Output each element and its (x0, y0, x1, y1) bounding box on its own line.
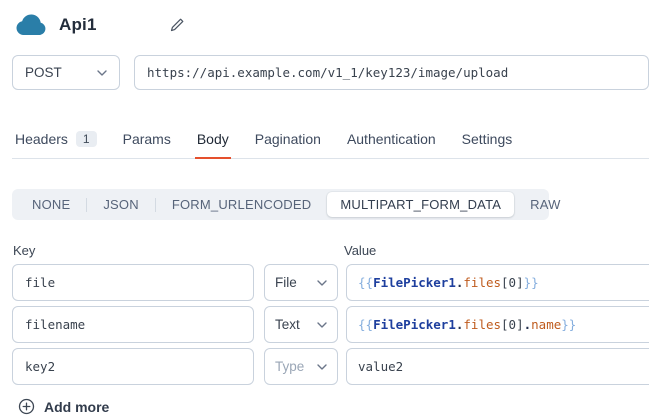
tab-label: Pagination (255, 131, 321, 147)
edit-icon[interactable] (169, 17, 185, 33)
tab-authentication[interactable]: Authentication (345, 131, 438, 159)
value-token: }} (561, 317, 576, 332)
value-token: [0] (501, 317, 524, 332)
api-query-editor: Api1 POST Headers 1 Params Body Pagination Au… (0, 0, 649, 420)
cloud-icon (14, 13, 48, 37)
key-column-header: Key (13, 243, 344, 258)
tab-label: Authentication (347, 131, 436, 147)
tabs: Headers 1 Params Body Pagination Authenticati… (12, 131, 649, 159)
header: Api1 (0, 0, 649, 37)
value-input[interactable]: value2 (346, 348, 649, 385)
chevron-down-icon (317, 364, 327, 370)
type-select-value: File (275, 275, 297, 290)
value-token: . (524, 317, 532, 332)
request-row: POST (12, 55, 649, 90)
key-input[interactable] (12, 348, 254, 385)
type-select-value: Type (275, 359, 304, 374)
key-input[interactable] (12, 306, 254, 343)
chevron-down-icon (317, 280, 327, 286)
value-token: {{ (358, 275, 373, 290)
value-input[interactable]: {{FilePicker1.files[0].name}} (346, 306, 649, 343)
chevron-down-icon (317, 322, 327, 328)
mode-form_urlencoded[interactable]: FORM_URLENCODED (156, 197, 328, 212)
add-more-label: Add more (44, 399, 109, 415)
value-token: {{ (358, 317, 373, 332)
value-token: }} (524, 275, 539, 290)
value-token: . (456, 317, 464, 332)
body-type-segmented-control: NONEJSONFORM_URLENCODEDMULTIPART_FORM_DA… (12, 189, 549, 220)
value-token: name (531, 317, 561, 332)
value-token: files (463, 275, 501, 290)
type-select-value: Text (275, 317, 300, 332)
plus-circle-icon (18, 398, 35, 415)
type-select[interactable]: Text (264, 306, 338, 343)
page-title: Api1 (59, 15, 97, 35)
column-headers: Key Value (13, 243, 649, 258)
value-token: . (456, 275, 464, 290)
value-input[interactable]: {{FilePicker1.files[0]}} (346, 264, 649, 301)
tab-body[interactable]: Body (195, 131, 231, 159)
table-row: Type value2 (12, 348, 649, 385)
tab-settings[interactable]: Settings (460, 131, 515, 159)
tab-params[interactable]: Params (121, 131, 173, 159)
type-select[interactable]: File (264, 264, 338, 301)
add-more-button[interactable]: Add more (18, 398, 649, 415)
type-select[interactable]: Type (264, 348, 338, 385)
table-row: File {{FilePicker1.files[0]}} (12, 264, 649, 301)
value-token: [0] (501, 275, 524, 290)
tab-label: Headers (15, 131, 68, 147)
value-token: files (463, 317, 501, 332)
tab-pagination[interactable]: Pagination (253, 131, 323, 159)
mode-json[interactable]: JSON (87, 197, 154, 212)
mode-raw[interactable]: RAW (514, 197, 576, 212)
value-token: value2 (358, 359, 403, 374)
method-select[interactable]: POST (12, 55, 120, 90)
chevron-down-icon (97, 70, 107, 76)
value-token: FilePicker1 (373, 317, 456, 332)
tab-badge: 1 (76, 131, 97, 147)
mode-none[interactable]: NONE (16, 197, 86, 212)
mode-multipart_form_data[interactable]: MULTIPART_FORM_DATA (327, 192, 514, 217)
tab-label: Body (197, 131, 229, 147)
key-input[interactable] (12, 264, 254, 301)
tab-label: Settings (462, 131, 513, 147)
tab-headers[interactable]: Headers 1 (13, 131, 99, 159)
form-data-rows: File{{FilePicker1.files[0]}}Text{{FilePi… (0, 264, 649, 385)
value-token: FilePicker1 (373, 275, 456, 290)
method-select-value: POST (25, 65, 62, 80)
table-row: Text{{FilePicker1.files[0].name}} (12, 306, 649, 343)
value-column-header: Value (344, 243, 376, 258)
tab-label: Params (123, 131, 171, 147)
url-input[interactable] (134, 55, 649, 90)
